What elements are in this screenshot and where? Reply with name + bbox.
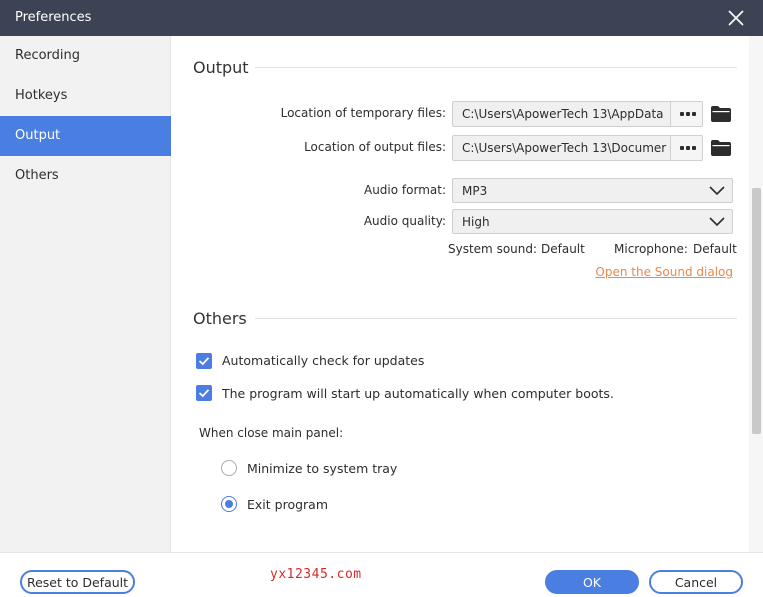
auto-update-label: Automatically check for updates [222, 353, 425, 368]
system-sound-label: System sound: [448, 242, 538, 256]
output-files-field[interactable]: C:\Users\ApowerTech 13\Documer [452, 135, 703, 161]
exit-program-label: Exit program [247, 497, 328, 512]
section-divider [255, 318, 737, 319]
output-files-path: C:\Users\ApowerTech 13\Documer [462, 141, 667, 155]
audio-format-select[interactable]: MP3 [452, 178, 733, 203]
auto-start-checkbox[interactable] [196, 385, 212, 401]
more-dots-icon [680, 146, 684, 150]
footer-bar: Reset to Default yx12345.com OK Cancel [0, 552, 763, 597]
chevron-down-icon [709, 186, 725, 196]
temp-files-field[interactable]: C:\Users\ApowerTech 13\AppData [452, 101, 703, 127]
settings-panel: Output Location of temporary files: C:\U… [171, 36, 763, 552]
folder-icon[interactable] [711, 140, 731, 156]
open-sound-dialog-link[interactable]: Open the Sound dialog [595, 265, 733, 279]
ok-button[interactable]: OK [545, 570, 639, 594]
sidebar-item-recording[interactable]: Recording [0, 36, 171, 76]
minimize-to-tray-label: Minimize to system tray [247, 461, 398, 476]
section-divider [255, 67, 737, 68]
others-heading: Others [193, 309, 247, 328]
system-sound-value: Default [541, 242, 585, 256]
close-panel-label: When close main panel: [199, 426, 344, 440]
temp-files-browse-button[interactable] [670, 102, 702, 126]
reset-to-default-button[interactable]: Reset to Default [20, 570, 135, 594]
sidebar-item-hotkeys[interactable]: Hotkeys [0, 76, 171, 116]
sidebar-item-others[interactable]: Others [0, 156, 171, 196]
minimize-to-tray-radio[interactable] [221, 460, 237, 476]
sidebar: Recording Hotkeys Output Others [0, 36, 171, 552]
title-bar: Preferences [0, 0, 763, 36]
chevron-down-icon [709, 217, 725, 227]
more-dots-icon [680, 112, 684, 116]
temp-files-label: Location of temporary files: [280, 106, 446, 120]
close-icon[interactable] [722, 5, 750, 31]
audio-quality-value: High [462, 215, 490, 229]
audio-format-label: Audio format: [363, 183, 446, 197]
window-title: Preferences [15, 10, 92, 25]
output-files-browse-button[interactable] [670, 136, 702, 160]
sidebar-item-output[interactable]: Output [0, 116, 171, 156]
output-files-label: Location of output files: [304, 140, 446, 154]
cancel-button[interactable]: Cancel [649, 570, 743, 594]
audio-format-value: MP3 [462, 184, 488, 198]
checkmark-icon [198, 389, 210, 398]
folder-icon[interactable] [711, 106, 731, 122]
auto-start-label: The program will start up automatically … [222, 386, 614, 401]
audio-quality-select[interactable]: High [452, 209, 733, 234]
microphone-value: Default [693, 242, 737, 256]
auto-update-checkbox[interactable] [196, 353, 212, 369]
scrollbar-thumb[interactable] [752, 188, 761, 434]
output-heading: Output [193, 58, 249, 77]
watermark-text: yx12345.com [270, 567, 362, 582]
checkmark-icon [198, 357, 210, 366]
exit-program-radio[interactable] [221, 496, 237, 512]
audio-quality-label: Audio quality: [363, 214, 446, 228]
temp-files-path: C:\Users\ApowerTech 13\AppData [462, 107, 664, 121]
microphone-label: Microphone: [614, 242, 688, 256]
